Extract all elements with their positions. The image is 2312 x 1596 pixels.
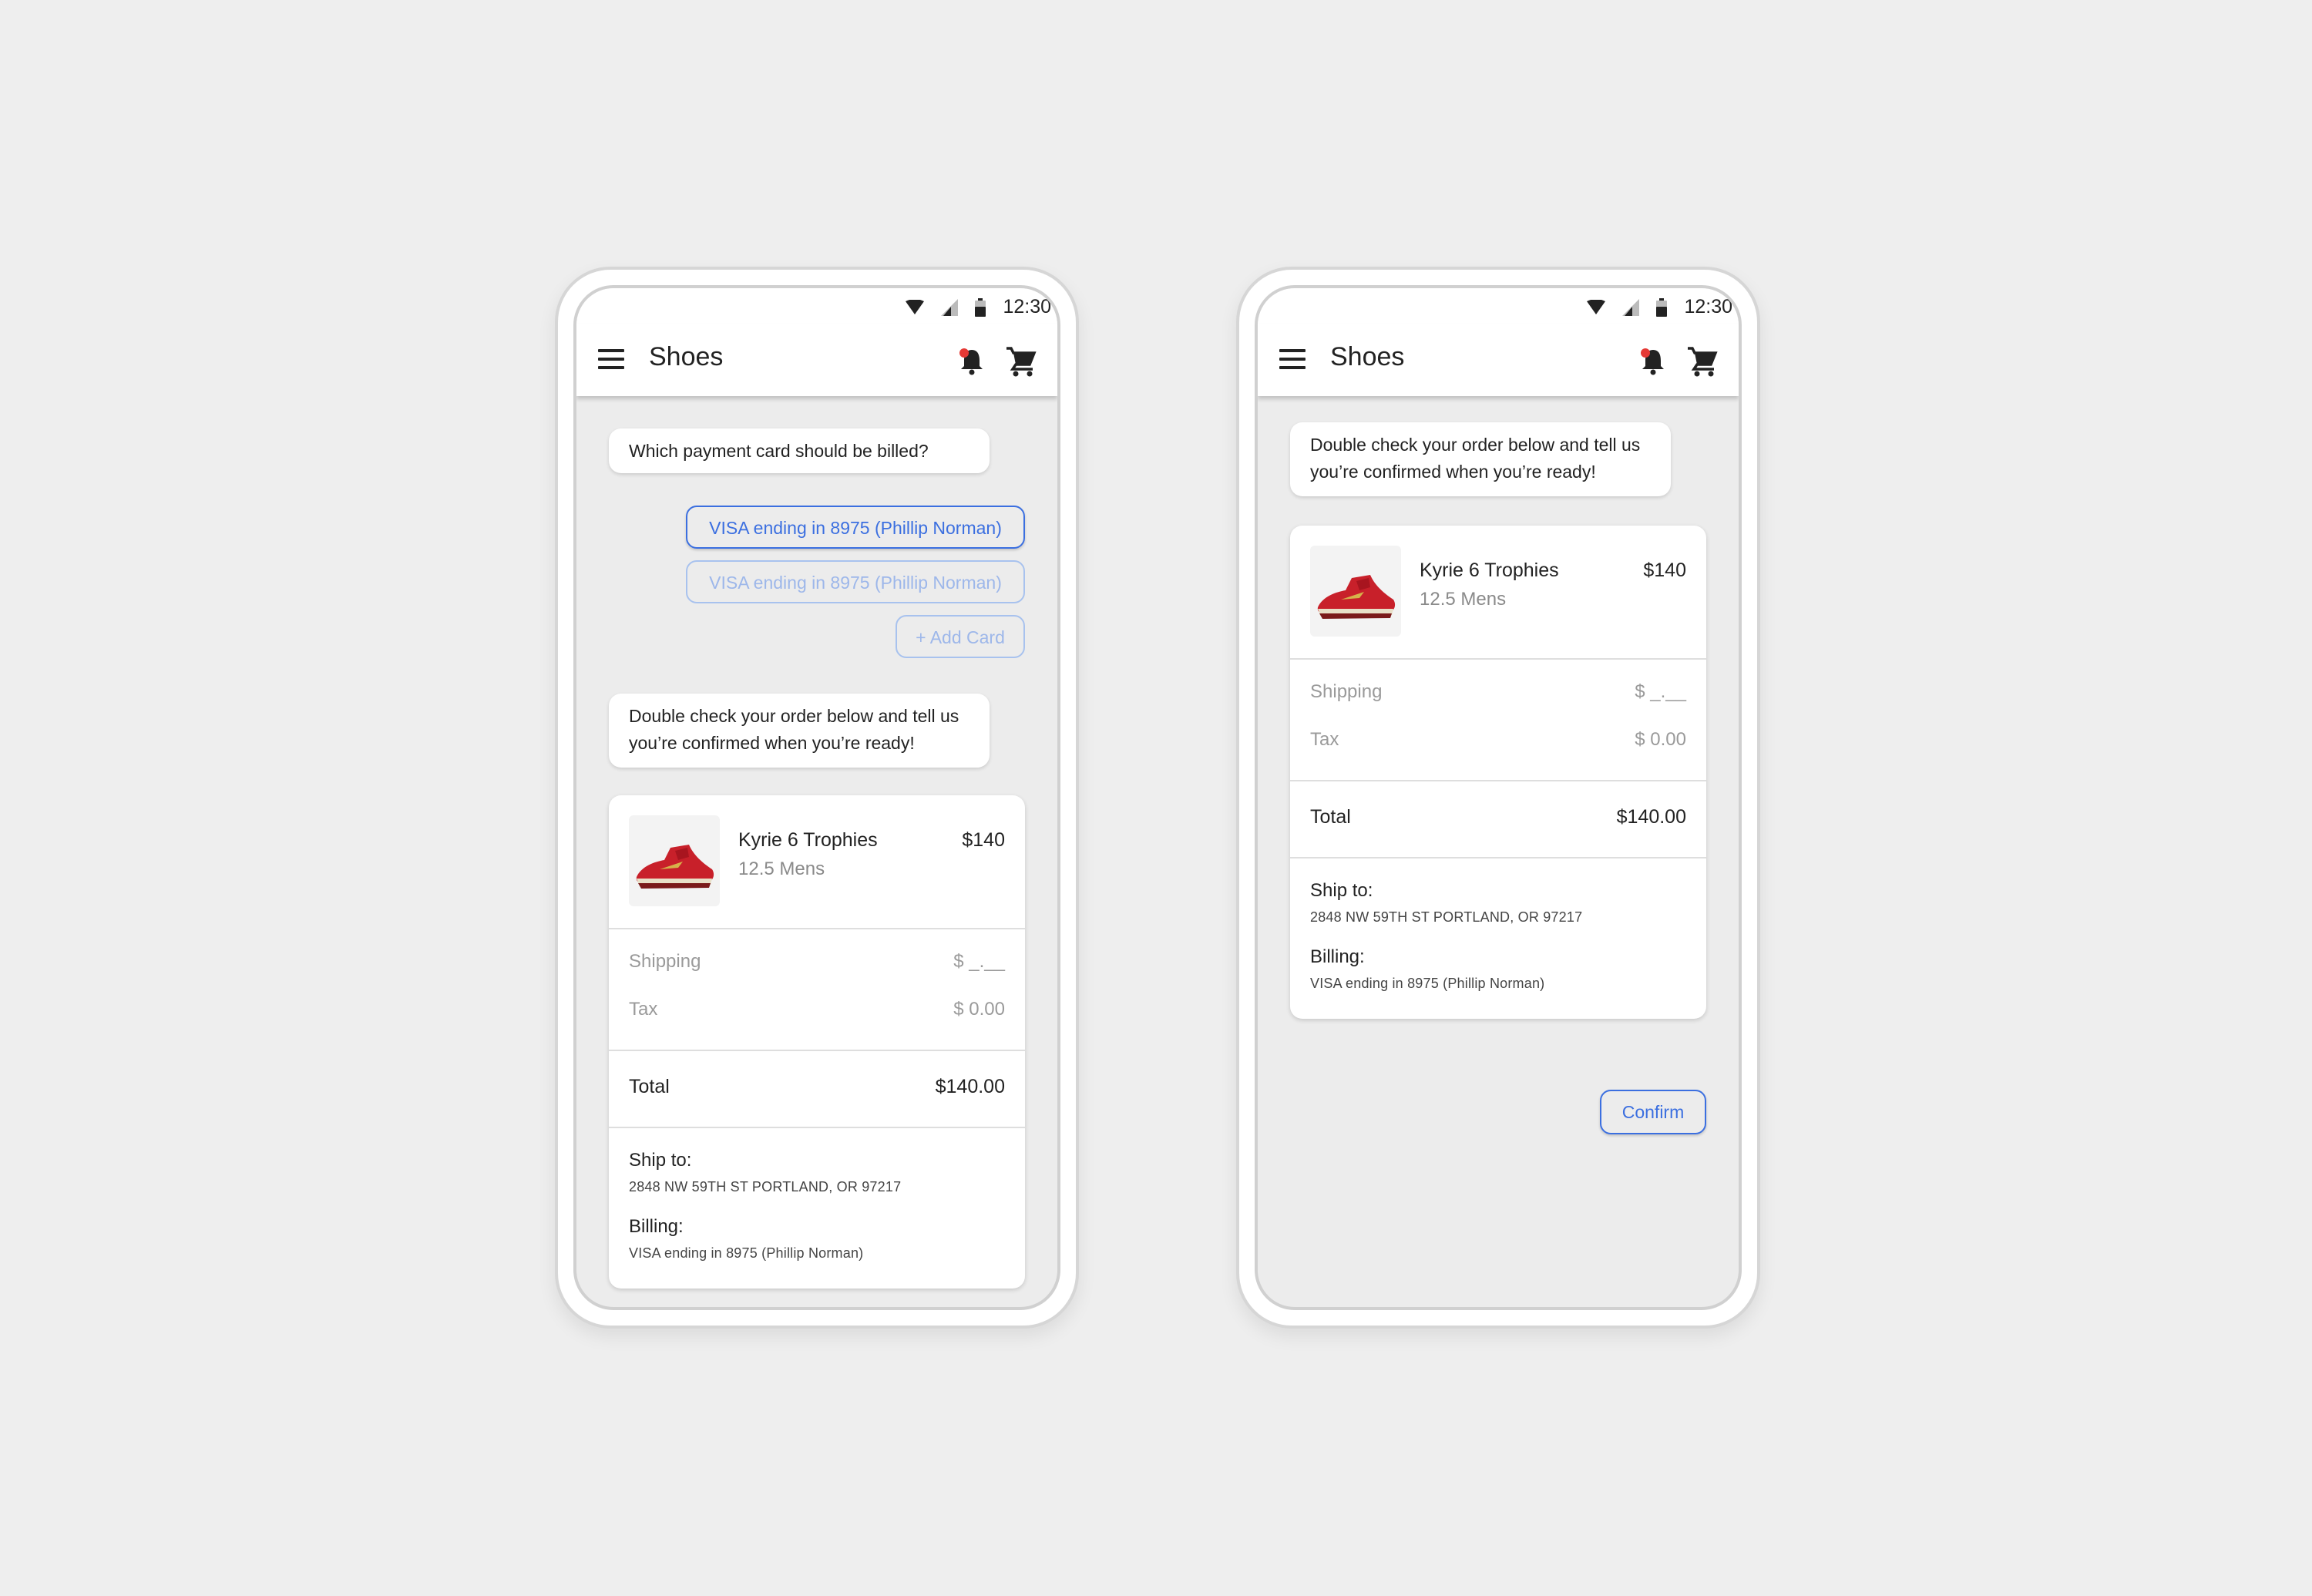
card-option-selected[interactable]: VISA ending in 8975 (Phillip Norman): [686, 506, 1025, 549]
app-bar: Shoes: [576, 324, 1057, 396]
product-price: $140: [962, 829, 1005, 851]
phone-frame-confirm: 12:30 Shoes Double check your order belo…: [1236, 267, 1760, 1329]
status-time: 12:30: [1003, 296, 1051, 318]
total-label: Total: [1310, 806, 1351, 828]
shipping-value: $ _.__: [1635, 681, 1686, 702]
product-name: Kyrie 6 Trophies: [738, 829, 878, 851]
total-row: Total $140.00: [609, 1051, 1025, 1128]
app-title: Shoes: [649, 342, 724, 371]
chat-content: Double check your order below and tell u…: [1258, 396, 1739, 1307]
phone-screen: 12:30 Shoes Double check your order belo…: [1255, 285, 1742, 1310]
card-option[interactable]: VISA ending in 8975 (Phillip Norman): [686, 560, 1025, 603]
battery-icon: [1656, 297, 1668, 317]
shipping-row: Shipping $ _.__: [1310, 681, 1686, 703]
status-bar: 12:30: [576, 288, 1057, 324]
fees-section: Shipping $ _.__ Tax $ 0.00: [609, 929, 1025, 1051]
tax-label: Tax: [1310, 729, 1339, 750]
ship-to-address: 2848 NW 59TH ST PORTLAND, OR 97217: [629, 1179, 902, 1194]
total-value: $140.00: [1616, 806, 1686, 828]
shipping-label: Shipping: [629, 951, 701, 972]
sneaker-image: [1317, 575, 1396, 619]
app-bar: Shoes: [1258, 324, 1739, 396]
menu-icon[interactable]: [1279, 349, 1306, 369]
ship-to-label: Ship to:: [1310, 880, 1373, 901]
billing-value: VISA ending in 8975 (Phillip Norman): [629, 1245, 864, 1261]
product-size: 12.5 Mens: [1420, 589, 1507, 610]
chat-content: Which payment card should be billed? VIS…: [576, 396, 1057, 1307]
product-row: Kyrie 6 Trophies 12.5 Mens $140: [1290, 526, 1706, 660]
shipping-row: Shipping $ _.__: [629, 951, 1005, 973]
tax-label: Tax: [629, 999, 658, 1020]
shopping-cart-icon[interactable]: [1005, 345, 1037, 378]
status-bar: 12:30: [1258, 288, 1739, 324]
tax-row: Tax $ 0.00: [629, 999, 1005, 1020]
product-image: [1310, 546, 1401, 637]
tax-value: $ 0.00: [1635, 729, 1686, 750]
ship-to-label: Ship to:: [629, 1150, 692, 1171]
cell-signal-icon: [1622, 298, 1640, 316]
battery-icon: [975, 297, 986, 317]
order-summary-card: Kyrie 6 Trophies 12.5 Mens $140 Shipping…: [609, 795, 1025, 1289]
bot-message-payment-question: Which payment card should be billed?: [609, 428, 990, 473]
billing-label: Billing:: [1310, 946, 1365, 967]
phone-frame-payment: 12:30 Shoes Which payment card should be…: [555, 267, 1079, 1329]
app-title: Shoes: [1330, 342, 1405, 371]
billing-label: Billing:: [629, 1216, 684, 1237]
phone-screen: 12:30 Shoes Which payment card should be…: [573, 285, 1060, 1310]
notification-bell-icon[interactable]: [1638, 347, 1668, 376]
menu-icon[interactable]: [598, 349, 624, 369]
product-size: 12.5 Mens: [738, 858, 825, 879]
tax-row: Tax $ 0.00: [1310, 729, 1686, 751]
total-value: $140.00: [935, 1076, 1005, 1097]
product-name: Kyrie 6 Trophies: [1420, 559, 1559, 581]
shipping-value: $ _.__: [953, 951, 1005, 972]
wifi-icon: [1587, 299, 1606, 314]
address-section: Ship to: 2848 NW 59TH ST PORTLAND, OR 97…: [1290, 858, 1706, 1019]
bot-message-confirm-prompt: Double check your order below and tell u…: [1290, 422, 1671, 496]
bot-message-confirm-prompt: Double check your order below and tell u…: [609, 694, 990, 768]
confirm-button[interactable]: Confirm: [1600, 1090, 1706, 1134]
total-row: Total $140.00: [1290, 781, 1706, 858]
shipping-label: Shipping: [1310, 681, 1383, 702]
sneaker-image: [636, 845, 714, 889]
shopping-cart-icon[interactable]: [1686, 345, 1719, 378]
ship-to-address: 2848 NW 59TH ST PORTLAND, OR 97217: [1310, 909, 1583, 925]
tax-value: $ 0.00: [953, 999, 1005, 1020]
cell-signal-icon: [941, 298, 959, 316]
order-summary-card: Kyrie 6 Trophies 12.5 Mens $140 Shipping…: [1290, 526, 1706, 1019]
product-price: $140: [1643, 559, 1686, 581]
notification-bell-icon[interactable]: [957, 347, 986, 376]
product-row: Kyrie 6 Trophies 12.5 Mens $140: [609, 795, 1025, 929]
add-card-button[interactable]: + Add Card: [896, 615, 1025, 658]
wifi-icon: [906, 299, 925, 314]
total-label: Total: [629, 1076, 670, 1097]
status-time: 12:30: [1684, 296, 1732, 318]
address-section: Ship to: 2848 NW 59TH ST PORTLAND, OR 97…: [609, 1128, 1025, 1289]
billing-value: VISA ending in 8975 (Phillip Norman): [1310, 976, 1545, 991]
fees-section: Shipping $ _.__ Tax $ 0.00: [1290, 660, 1706, 781]
product-image: [629, 815, 720, 906]
